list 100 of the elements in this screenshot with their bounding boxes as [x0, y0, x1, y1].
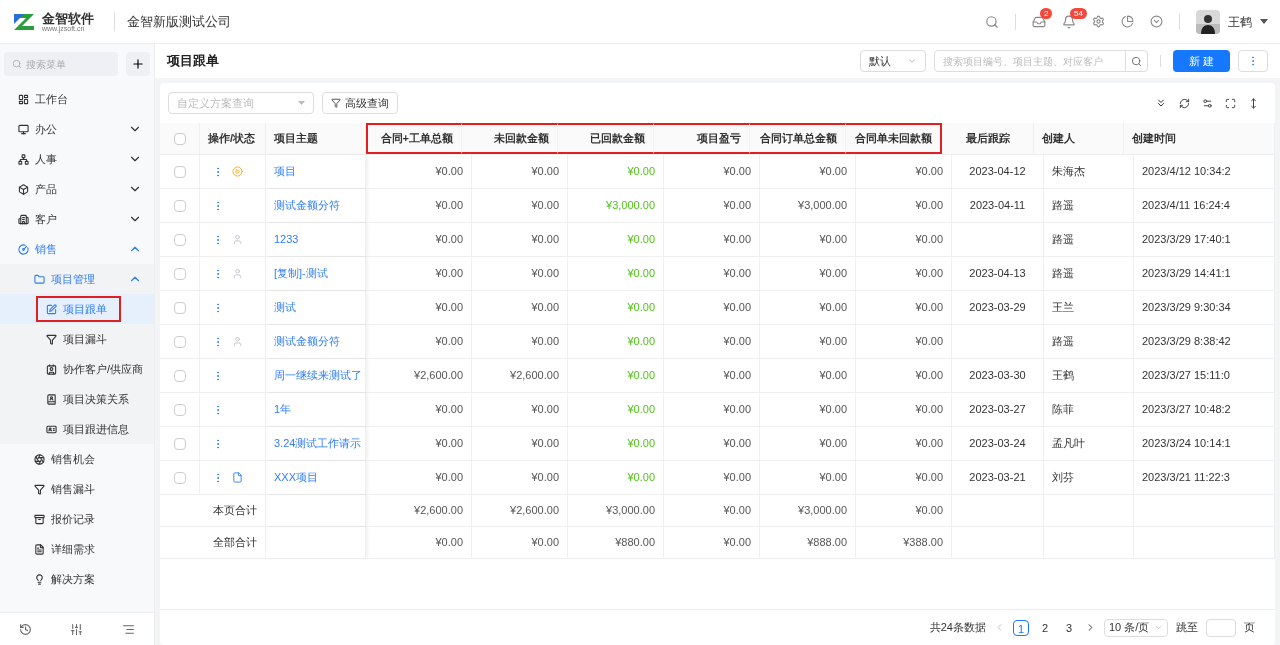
- checkbox[interactable]: [173, 132, 186, 145]
- search-icon[interactable]: [985, 14, 999, 29]
- menu-item[interactable]: 工作台: [0, 84, 154, 114]
- amount-cell: ¥0.00: [856, 291, 952, 324]
- chevron-down-icon: [906, 56, 917, 66]
- view-select[interactable]: 默认: [859, 50, 926, 72]
- menu-item[interactable]: 项目漏斗: [0, 324, 154, 354]
- project-link[interactable]: 3.24测试工作请示: [274, 435, 362, 452]
- project-link[interactable]: 测试: [274, 299, 296, 316]
- search-icon: [1130, 55, 1142, 67]
- checkbox[interactable]: [173, 199, 186, 212]
- logo-name: 金智软件: [42, 11, 94, 25]
- menu-item[interactable]: 解决方案: [0, 564, 154, 594]
- amount-cell: ¥0.00: [664, 461, 760, 494]
- menu-item[interactable]: 项目跟单: [0, 294, 154, 324]
- table-cell: 王兰: [1044, 291, 1134, 324]
- refresh-icon[interactable]: [1179, 97, 1190, 109]
- user-name[interactable]: 王鹤: [1228, 12, 1252, 31]
- menu-item[interactable]: 项目决策关系: [0, 384, 154, 414]
- amount-cell: ¥2,600.00: [376, 495, 472, 526]
- checkbox[interactable]: [173, 437, 186, 450]
- fullscreen-icon[interactable]: [1225, 97, 1236, 109]
- project-link[interactable]: XXX项目: [274, 469, 318, 486]
- collapse-menu-icon[interactable]: [121, 622, 135, 636]
- menu-item[interactable]: 项目跟进信息: [0, 414, 154, 444]
- menu-icon: [18, 213, 29, 225]
- column-header[interactable]: 操作/状态: [200, 123, 266, 154]
- amount-cell: ¥0.00: [568, 427, 664, 460]
- column-header[interactable]: 创建时间: [1124, 123, 1275, 154]
- new-button[interactable]: 新 建: [1172, 50, 1230, 72]
- inbox-icon[interactable]: [1032, 14, 1046, 29]
- menu-item[interactable]: 销售机会: [0, 444, 154, 474]
- amount-cell: ¥0.00: [472, 189, 568, 222]
- project-link[interactable]: 1年: [274, 401, 292, 418]
- menu-item[interactable]: 协作客户/供应商: [0, 354, 154, 384]
- total-count: 共24条数据: [929, 620, 986, 636]
- menu-icon: [34, 453, 45, 465]
- menu-item[interactable]: 项目管理: [0, 264, 154, 294]
- amount-cell: ¥0.00: [376, 527, 472, 558]
- checkbox[interactable]: [173, 301, 186, 314]
- sliders-icon[interactable]: [70, 622, 84, 636]
- page-button[interactable]: 3: [1061, 619, 1077, 636]
- advanced-search-button[interactable]: 高级查询: [322, 92, 398, 114]
- amount-cell: ¥0.00: [472, 155, 568, 188]
- checkbox[interactable]: [173, 165, 186, 178]
- checkbox[interactable]: [173, 267, 186, 280]
- amount-cell: ¥3,000.00: [568, 495, 664, 526]
- amount-cell: ¥0.00: [472, 427, 568, 460]
- row-height-icon[interactable]: [1248, 97, 1259, 109]
- amount-cell: ¥3,000.00: [568, 189, 664, 222]
- history-icon[interactable]: [19, 622, 33, 636]
- menu-icon: [18, 243, 29, 255]
- column-header[interactable]: 合同+工单总额: [366, 123, 462, 154]
- project-link[interactable]: [复制]-测试: [274, 265, 328, 282]
- search-icon: [12, 59, 22, 69]
- column-header[interactable]: 未回款金额: [462, 123, 558, 154]
- menu-item[interactable]: 详细需求: [0, 534, 154, 564]
- table-cell: 路遥: [1044, 223, 1134, 256]
- table-cell: 路遥: [1044, 325, 1134, 358]
- checkbox[interactable]: [173, 471, 186, 484]
- page-button[interactable]: 1: [1013, 619, 1029, 636]
- add-button[interactable]: [126, 52, 150, 76]
- amount-cell: ¥0.00: [664, 393, 760, 426]
- checkbox[interactable]: [173, 403, 186, 416]
- project-link[interactable]: 测试金额分符: [274, 197, 340, 214]
- menu-item[interactable]: 人事: [0, 144, 154, 174]
- pie-chart-icon[interactable]: [1121, 15, 1134, 28]
- column-header[interactable]: 合同单未回款额: [846, 123, 942, 154]
- page-size-select[interactable]: 10 条/页: [1104, 618, 1168, 637]
- project-link[interactable]: 周一继续来测试了: [274, 367, 362, 384]
- amount-cell: ¥0.00: [472, 461, 568, 494]
- amount-cell: ¥0.00: [376, 189, 472, 222]
- menu-item[interactable]: 办公: [0, 114, 154, 144]
- menu-item[interactable]: 销售: [0, 234, 154, 264]
- page-button[interactable]: 2: [1037, 619, 1053, 636]
- menu-item[interactable]: 报价记录: [0, 504, 154, 534]
- bell-icon[interactable]: [1062, 14, 1076, 29]
- project-link[interactable]: 测试金额分符: [274, 333, 340, 350]
- table-cell: 2023-03-27: [952, 393, 1044, 426]
- project-link[interactable]: 项目: [274, 163, 296, 180]
- table-cell: 2023/3/21 11:22:3: [1134, 461, 1275, 494]
- circle-chevron-icon[interactable]: [1150, 15, 1163, 28]
- column-header[interactable]: 项目盈亏: [654, 123, 750, 154]
- column-header[interactable]: 合同订单总金额: [750, 123, 846, 154]
- amount-cell: ¥2,600.00: [472, 495, 568, 526]
- column-header[interactable]: 项目主题: [266, 123, 366, 154]
- amount-cell: ¥0.00: [856, 495, 952, 526]
- column-header[interactable]: 已回款金额: [558, 123, 654, 154]
- column-header[interactable]: 最后跟踪: [942, 123, 1034, 154]
- chevrons-down-icon[interactable]: [1155, 97, 1167, 109]
- checkbox[interactable]: [173, 233, 186, 246]
- menu-item[interactable]: 销售漏斗: [0, 474, 154, 504]
- checkbox[interactable]: [173, 369, 186, 382]
- menu-item[interactable]: 客户: [0, 204, 154, 234]
- checkbox[interactable]: [173, 335, 186, 348]
- menu-item[interactable]: 产品: [0, 174, 154, 204]
- page-input[interactable]: [1206, 618, 1236, 637]
- column-header[interactable]: 创建人: [1034, 123, 1124, 154]
- amount-cell: ¥0.00: [568, 223, 664, 256]
- project-link[interactable]: 1233: [274, 231, 299, 248]
